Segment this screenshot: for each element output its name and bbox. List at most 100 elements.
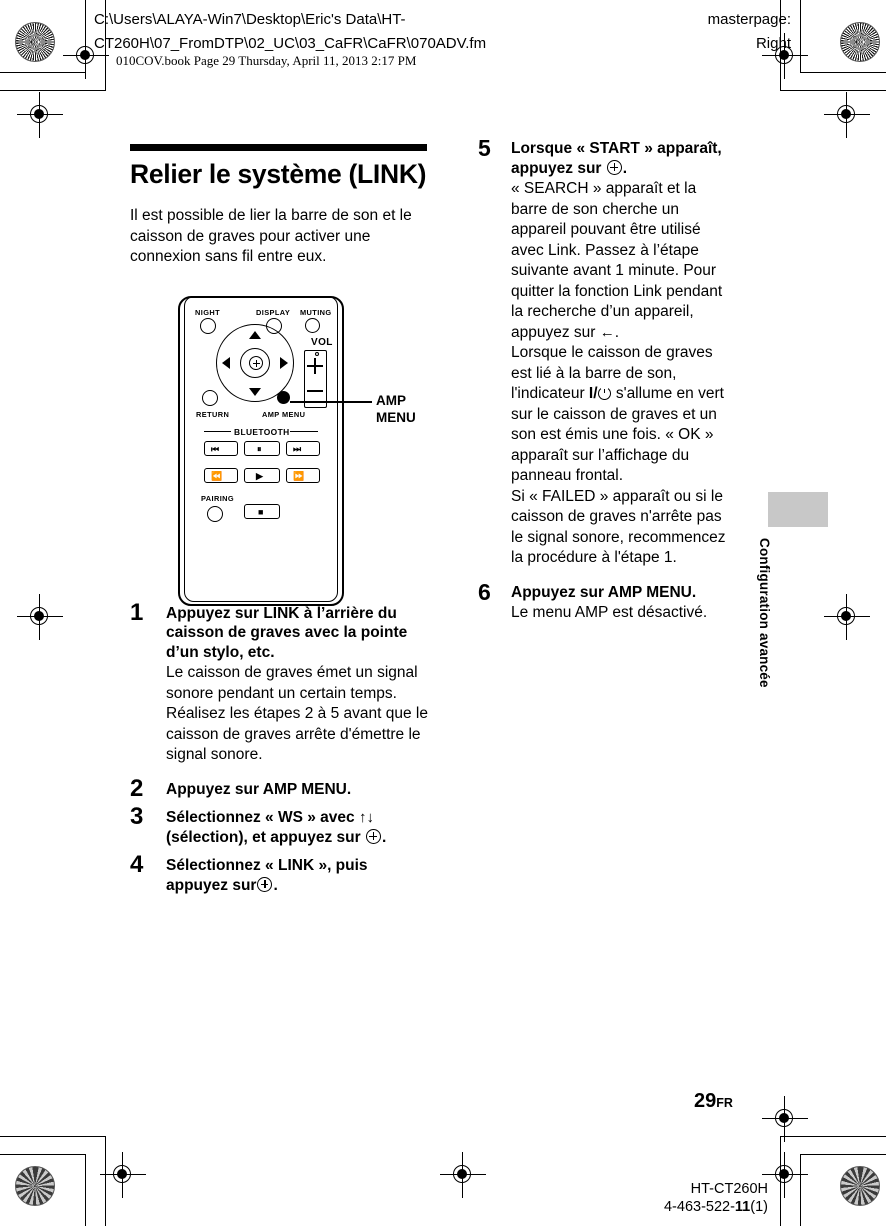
step-heading-text-2: .: [622, 159, 628, 177]
remote-label-return: RETURN: [196, 410, 230, 419]
back-arrow-icon: ←: [599, 323, 615, 341]
registration-mark-footer-center: [100, 1152, 146, 1198]
step-heading: Appuyez sur AMP MENU.: [511, 583, 697, 601]
remote-label-night: NIGHT: [195, 308, 220, 317]
step-number: 6: [478, 578, 491, 605]
intro-paragraph: Il est possible de lier la barre de son …: [130, 207, 412, 265]
enter-button-icon: [257, 876, 273, 892]
volume-plus-icon-bar: [307, 365, 323, 368]
remote-button-muting[interactable]: [305, 318, 320, 333]
remote-label-display: DISPLAY: [256, 308, 291, 317]
chapter-tab-label: Configuration avancée: [757, 538, 772, 688]
document-number-suffix: (1): [750, 1199, 768, 1215]
pause-icon: ⏸: [257, 444, 262, 454]
remote-label-vol: VOL: [311, 337, 333, 348]
document-number-prefix: 4-463-522-: [663, 1199, 735, 1215]
power-icon: [597, 385, 611, 400]
bluetooth-rule-left: [204, 431, 231, 433]
crop-line: [800, 1154, 886, 1155]
enter-button-icon: [365, 828, 381, 844]
step-heading: Sélectionnez « LINK », puis appuyez sur.: [166, 856, 430, 895]
dpad-arrow-down-icon: [249, 388, 261, 396]
remote-button-return[interactable]: [202, 390, 218, 406]
registration-star-target-bottom-left: [15, 1166, 55, 1206]
remote-control-illustration: NIGHT DISPLAY MUTING VOL RETURN AMP MENU…: [178, 296, 346, 608]
registration-mark-footer-right: [762, 1096, 808, 1142]
page-number-suffix: FR: [716, 1096, 733, 1110]
document-page: C:\Users\ALAYA-Win7\Desktop\Eric's Data\…: [0, 0, 886, 1226]
registration-mark-left-middle: [17, 594, 63, 640]
next-icon: ⏭: [293, 444, 302, 454]
remote-button-pairing[interactable]: [207, 506, 223, 522]
volume-minus-icon: [307, 390, 323, 393]
play-icon: ▶: [256, 471, 264, 481]
remote-button-pause[interactable]: [244, 441, 280, 456]
crop-line: [0, 90, 106, 91]
dpad-arrow-right-icon: [280, 357, 288, 369]
remote-label-pairing: PAIRING: [201, 494, 235, 503]
registration-mark-footer-right-lower: [762, 1152, 808, 1198]
page-number: 29FR: [694, 1090, 733, 1113]
registration-star-target-top-right: [840, 22, 880, 62]
callout-leader-line: [290, 401, 372, 403]
step-number: 3: [130, 803, 144, 830]
colophon: HT-CT260H 4-463-522-11(1): [608, 1180, 768, 1216]
source-file-path: C:\Users\ALAYA-Win7\Desktop\Eric's Data\…: [94, 11, 487, 52]
step-heading-text-2: (sélection), et appuyez sur: [166, 828, 365, 846]
step-1: 1 Appuyez sur LINK à l’arrière du caisso…: [130, 598, 430, 766]
registration-mark-footer-mid: [440, 1152, 486, 1198]
step-body: Le menu AMP est désactivé.: [511, 604, 708, 621]
enter-button-icon: [606, 159, 622, 175]
step-heading: Appuyez sur AMP MENU.: [166, 780, 352, 798]
remote-button-next[interactable]: [286, 441, 320, 456]
step-body-text-1: « SEARCH » apparaît et la barre de son c…: [511, 180, 723, 341]
step-heading: Lorsque « START » apparaît, appuyez sur …: [511, 139, 733, 178]
crop-line: [780, 90, 886, 91]
fast-forward-icon: ⏩: [293, 471, 305, 481]
arrow-down-icon: ↓: [366, 809, 374, 826]
step-body-linked: Lorsque le caisson de graves est lié à l…: [511, 343, 733, 487]
document-number: 4-463-522-11(1): [608, 1198, 768, 1216]
dpad-arrow-left-icon: [222, 357, 230, 369]
power-indicator-prefix: I/: [588, 385, 598, 402]
registration-star-target-top-left: [15, 22, 55, 62]
registration-star-target-bottom-right: [840, 1166, 880, 1206]
remote-button-previous[interactable]: [204, 441, 238, 456]
document-number-revision: 11: [734, 1199, 751, 1215]
step-2: 2 Appuyez sur AMP MENU.: [130, 774, 430, 802]
crop-line: [0, 1136, 106, 1137]
book-timestamp-line: 010COV.book Page 29 Thursday, April 11, …: [116, 53, 417, 68]
model-number: HT-CT260H: [690, 1181, 768, 1197]
stop-icon: ■: [258, 507, 264, 517]
step-number: 4: [130, 851, 144, 878]
registration-mark-left-top: [17, 92, 63, 138]
step-body-failed: Si « FAILED » apparaît ou si le caisson …: [511, 487, 733, 569]
remote-label-muting: MUTING: [300, 308, 332, 317]
rewind-icon: ⏪: [211, 471, 223, 481]
prev-icon: ⏮: [211, 444, 220, 454]
crop-line: [85, 1154, 86, 1226]
volume-dot-marker: [315, 352, 319, 356]
remote-button-night[interactable]: [200, 318, 216, 334]
step-number: 2: [130, 774, 144, 802]
step-body-text-2: .: [614, 323, 620, 341]
remote-label-bluetooth: BLUETOOTH: [234, 427, 290, 437]
step-heading-text-2: .: [273, 876, 278, 894]
step-4: 4 Sélectionnez « LINK », puis appuyez su…: [130, 851, 430, 895]
crop-line: [0, 1154, 86, 1155]
callout-label-amp-menu: AMP MENU: [376, 393, 416, 425]
step-5: 5 Lorsque « START » apparaît, appuyez su…: [478, 136, 733, 569]
page-number-value: 29: [694, 1090, 717, 1112]
step-heading-text: Sélectionnez « WS » avec: [166, 809, 359, 826]
registration-mark-right-middle: [824, 594, 870, 640]
step-number: 1: [130, 598, 144, 626]
masterpage-label: masterpage: Right: [707, 11, 791, 52]
bluetooth-rule-right: [290, 431, 318, 433]
dpad-arrow-up-icon: [249, 331, 261, 339]
remote-label-amp-menu: AMP MENU: [262, 410, 306, 419]
step-body: Le caisson de graves émet un signal sono…: [166, 664, 428, 763]
step-6: 6 Appuyez sur AMP MENU. Le menu AMP est …: [478, 578, 733, 624]
remote-enter-icon: [249, 356, 263, 370]
step-heading-text-3: .: [381, 828, 387, 846]
step-heading: Sélectionnez « WS » avec ↑↓ (sélection),…: [166, 808, 430, 847]
